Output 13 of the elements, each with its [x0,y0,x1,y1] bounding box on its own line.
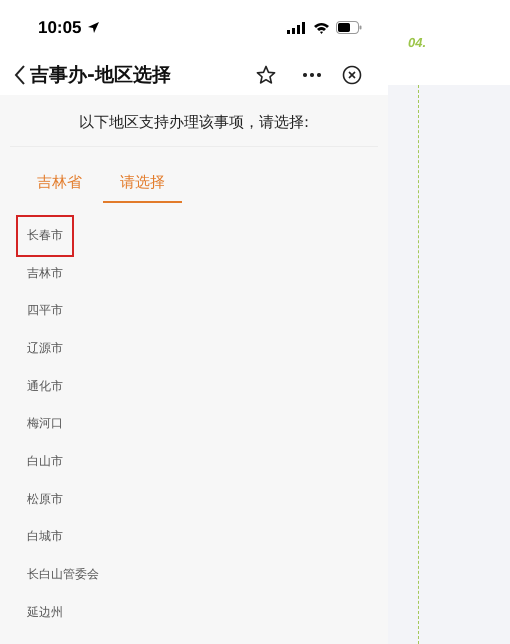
step-number: 04. [408,35,426,50]
more-icon[interactable] [302,72,322,78]
status-time: 10:05 [38,18,82,38]
battery-icon [336,21,362,34]
wifi-icon [313,22,330,34]
star-icon[interactable] [256,65,276,85]
instruction-text: 以下地区支持办理该事项，请选择: [10,95,378,147]
back-icon[interactable] [14,65,26,85]
close-icon[interactable] [342,65,362,85]
signal-icon [287,22,307,34]
region-item[interactable]: 长春市 [16,214,74,257]
page-title: 吉事办-地区选择 [30,63,171,88]
location-arrow-icon [87,21,100,34]
